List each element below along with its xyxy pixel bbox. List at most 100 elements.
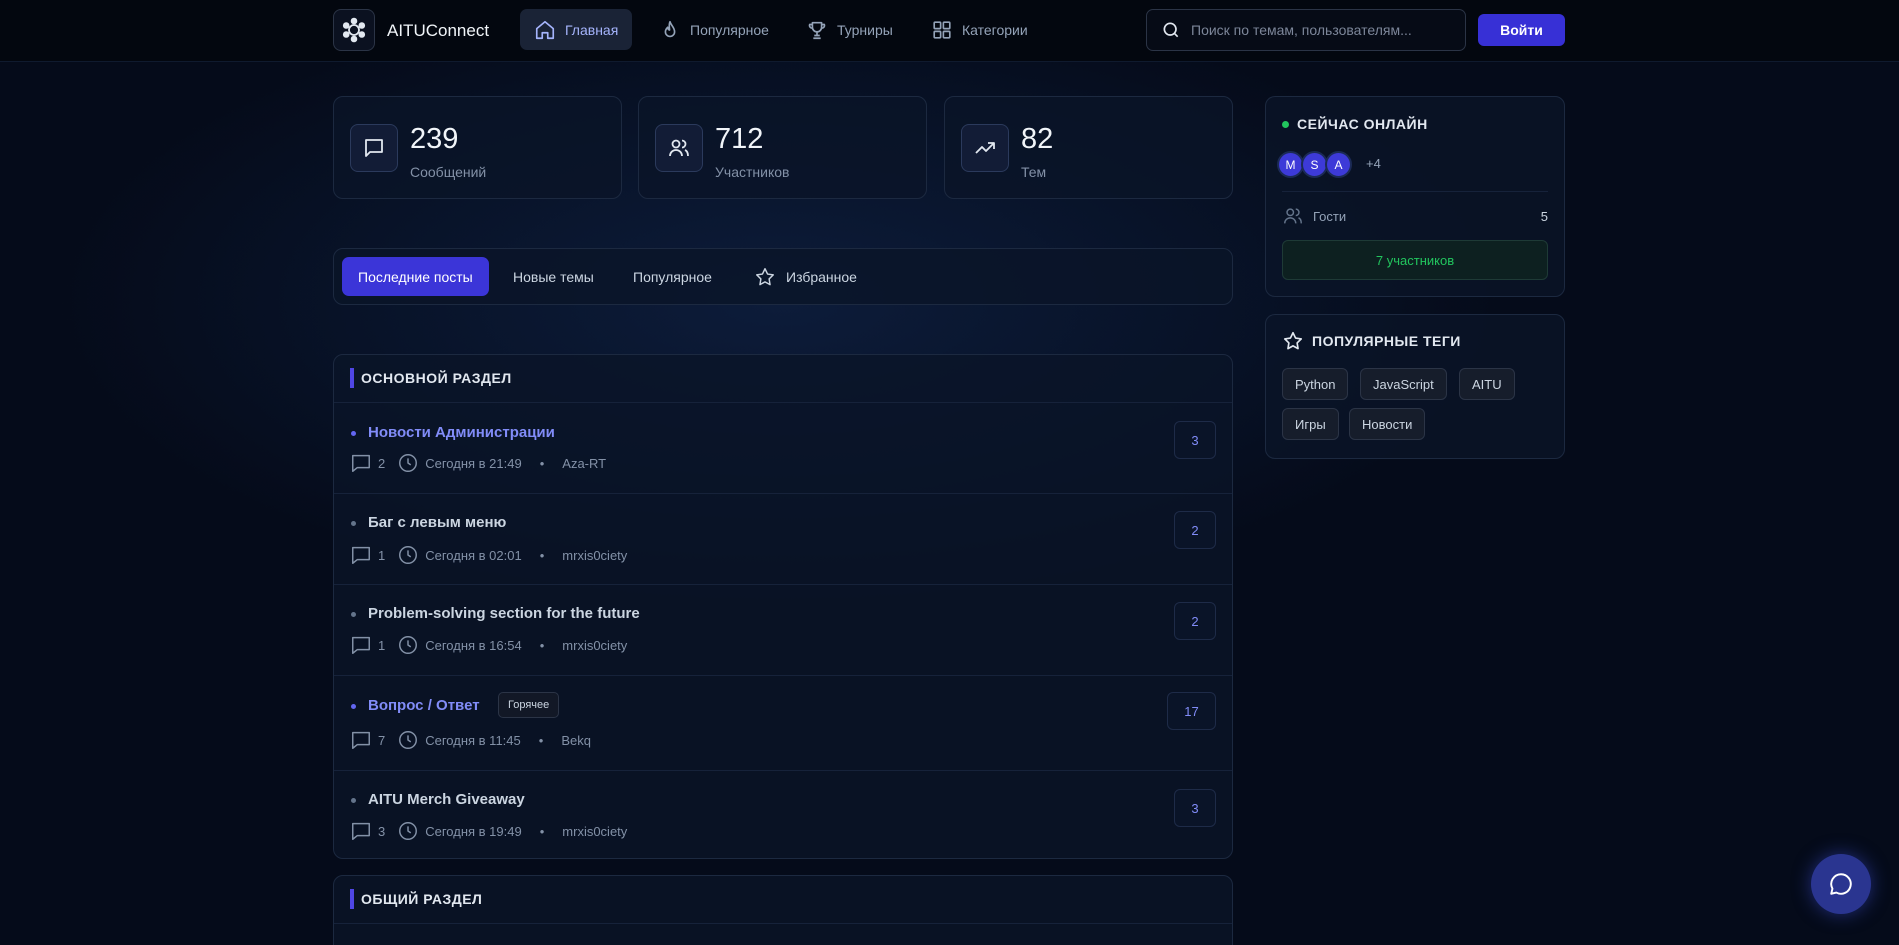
- reply-count-badge: 3: [1174, 789, 1216, 827]
- chat-button[interactable]: [1811, 854, 1871, 914]
- topic-author[interactable]: Aza-RT: [562, 456, 606, 471]
- avatar[interactable]: A: [1325, 151, 1352, 178]
- section-title: ОСНОВНОЙ РАЗДЕЛ: [350, 368, 512, 388]
- meta-separator: •: [539, 637, 545, 653]
- topic-time: Сегодня в 16:54: [425, 637, 522, 653]
- topic-time: Сегодня в 21:49: [425, 455, 522, 471]
- reply-count-badge: 2: [1174, 511, 1216, 549]
- tag-aitu[interactable]: AITU: [1459, 368, 1515, 400]
- topic-row: Новости Администрации 2 Сегодня в 21:49 …: [334, 403, 1232, 493]
- topic-dot: [351, 431, 356, 436]
- divider: [334, 923, 1232, 924]
- clock-icon: [399, 822, 418, 840]
- topic-meta: 3 Сегодня в 19:49 • mrxis0ciety: [350, 820, 627, 842]
- comment-count: 2: [378, 455, 386, 471]
- topic-time: Сегодня в 19:49: [425, 823, 522, 839]
- topic-author[interactable]: mrxis0ciety: [562, 638, 627, 653]
- tag-news[interactable]: Новости: [1349, 408, 1426, 440]
- search-input[interactable]: [1191, 22, 1451, 38]
- users-icon: [655, 124, 703, 172]
- stat-card-topics: 82 Тем: [944, 96, 1233, 199]
- comment-icon: [352, 636, 370, 654]
- clock-icon: [399, 731, 418, 749]
- tab-popular[interactable]: Популярное: [617, 257, 728, 296]
- logo-icon[interactable]: [333, 9, 375, 51]
- message-icon: [350, 124, 398, 172]
- nav-item-tournaments[interactable]: Турниры: [792, 9, 907, 50]
- nav-item-categories[interactable]: Категории: [917, 9, 1042, 50]
- online-title-text: СЕЙЧАС ОНЛАЙН: [1297, 116, 1428, 132]
- topic-meta: 1 Сегодня в 16:54 • mrxis0ciety: [350, 634, 627, 656]
- stat-value: 239: [410, 123, 459, 155]
- topic-meta: 1 Сегодня в 02:01 • mrxis0ciety: [350, 544, 627, 566]
- online-panel: СЕЙЧАС ОНЛАЙН M S A +4 Гости 5 7 участни…: [1265, 96, 1565, 297]
- comment-count: 7: [378, 732, 386, 748]
- stat-card-messages: 239 Сообщений: [333, 96, 622, 199]
- search-icon: [1163, 22, 1179, 38]
- topic-title[interactable]: Problem-solving section for the future: [368, 605, 640, 622]
- topic-title[interactable]: Баг с левым меню: [368, 514, 506, 531]
- topic-row: Баг с левым меню 1 Сегодня в 02:01 • mrx…: [334, 494, 1232, 584]
- topic-dot: [351, 798, 356, 803]
- comment-icon: [352, 822, 370, 840]
- meta-separator: •: [538, 732, 544, 748]
- topic-meta: 2 Сегодня в 21:49 • Aza-RT: [350, 452, 606, 474]
- chat-bubble-icon: [1830, 873, 1852, 895]
- nav-item-label: Категории: [962, 21, 1028, 38]
- online-members-badge: 7 участников: [1282, 240, 1548, 280]
- stat-label: Сообщений: [410, 164, 487, 180]
- brand-name[interactable]: AITUConnect: [387, 21, 489, 41]
- clock-icon: [399, 636, 418, 654]
- tag-games[interactable]: Игры: [1282, 408, 1339, 440]
- hot-tag: Горячее: [498, 692, 560, 718]
- clock-icon: [399, 546, 418, 564]
- star-icon: [756, 267, 774, 285]
- stat-label: Тем: [1021, 164, 1047, 180]
- nav-item-popular[interactable]: Популярное: [645, 9, 783, 50]
- topic-author[interactable]: Bekq: [561, 733, 591, 748]
- star-icon: [1283, 331, 1303, 350]
- avatar[interactable]: M: [1277, 151, 1304, 178]
- feed-tabs: Последние посты Новые темы Популярное Из…: [333, 248, 1233, 305]
- tab-label: Избранное: [786, 268, 857, 285]
- topic-author[interactable]: mrxis0ciety: [562, 824, 627, 839]
- tab-new-topics[interactable]: Новые темы: [497, 257, 610, 296]
- topic-title[interactable]: Вопрос / Ответ: [368, 697, 480, 714]
- topic-title[interactable]: AITU Merch Giveaway: [368, 791, 525, 808]
- tab-favorites[interactable]: Избранное: [738, 257, 873, 296]
- nav-item-label: Главная: [565, 21, 619, 38]
- popular-tags-title-text: ПОПУЛЯРНЫЕ ТЕГИ: [1312, 333, 1461, 349]
- online-more-count[interactable]: +4: [1366, 156, 1381, 171]
- topic-row: Problem-solving section for the future 1…: [334, 585, 1232, 675]
- topic-row: AITU Merch Giveaway 3 Сегодня в 19:49 • …: [334, 771, 1232, 859]
- comment-icon: [352, 454, 370, 472]
- section-title: ОБЩИЙ РАЗДЕЛ: [350, 889, 482, 909]
- flame-icon: [664, 20, 676, 37]
- stat-card-members: 712 Участников: [638, 96, 927, 199]
- users-icon: [1284, 208, 1302, 224]
- meta-separator: •: [539, 547, 545, 563]
- divider: [1282, 191, 1548, 192]
- online-title: СЕЙЧАС ОНЛАЙН: [1282, 116, 1428, 132]
- comment-count: 1: [378, 637, 386, 653]
- grid-icon: [933, 20, 951, 39]
- tag-javascript[interactable]: JavaScript: [1360, 368, 1447, 400]
- comment-icon: [352, 546, 370, 564]
- section-main: ОСНОВНОЙ РАЗДЕЛ Новости Администрации 2 …: [333, 354, 1233, 859]
- section-general: ОБЩИЙ РАЗДЕЛ: [333, 875, 1233, 945]
- topic-author[interactable]: mrxis0ciety: [562, 548, 627, 563]
- topic-title[interactable]: Новости Администрации: [368, 424, 555, 441]
- trending-up-icon: [961, 124, 1009, 172]
- nav-item-label: Популярное: [690, 21, 769, 38]
- tab-latest-posts[interactable]: Последние посты: [342, 257, 489, 296]
- nav-item-home[interactable]: Главная: [520, 9, 633, 50]
- guests-label: Гости: [1313, 208, 1347, 224]
- meta-separator: •: [539, 823, 545, 839]
- topic-dot: [351, 704, 356, 709]
- trophy-icon: [808, 21, 826, 39]
- tag-python[interactable]: Python: [1282, 368, 1349, 400]
- login-button[interactable]: Войти: [1478, 14, 1565, 46]
- avatar[interactable]: S: [1301, 151, 1328, 178]
- reply-count-badge: 17: [1167, 692, 1216, 730]
- top-navigation-bar: AITUConnect Главная Популярное Турниры К…: [0, 0, 1899, 62]
